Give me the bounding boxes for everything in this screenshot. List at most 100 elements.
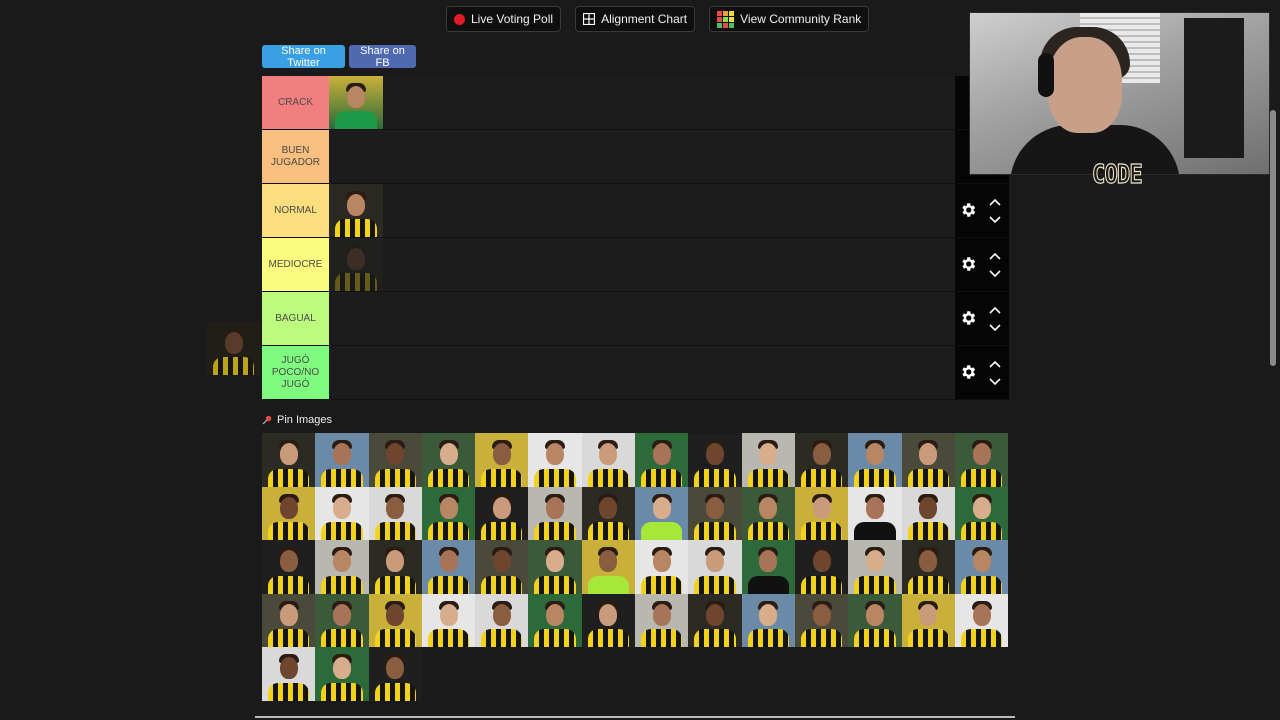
webcam-overlay [969, 12, 1270, 175]
alignment-chart-button[interactable]: Alignment Chart [575, 6, 696, 32]
player-card[interactable] [475, 593, 529, 647]
player-card[interactable] [262, 486, 316, 540]
tier-drop-zone[interactable] [329, 76, 955, 129]
dragged-player-card[interactable] [207, 322, 260, 375]
player-card[interactable] [581, 486, 636, 540]
player-card[interactable] [741, 486, 795, 540]
player-card[interactable] [794, 486, 849, 540]
player-card[interactable] [581, 433, 636, 487]
player-card[interactable] [315, 486, 369, 540]
player-card[interactable] [421, 433, 476, 487]
tier-drop-zone[interactable] [329, 238, 955, 291]
player-card[interactable] [528, 593, 582, 647]
pin-images-toggle[interactable]: Pin Images [262, 414, 332, 426]
player-card[interactable] [329, 76, 383, 129]
player-card[interactable] [262, 540, 316, 594]
player-card[interactable] [741, 593, 795, 647]
player-card[interactable] [794, 540, 849, 594]
player-card[interactable] [794, 593, 849, 647]
player-card[interactable] [688, 486, 742, 540]
player-card[interactable] [688, 593, 742, 647]
player-card[interactable] [635, 593, 689, 647]
player-card[interactable] [262, 593, 316, 647]
player-card[interactable] [528, 540, 582, 594]
player-card[interactable] [421, 486, 476, 540]
player-card[interactable] [901, 593, 955, 647]
player-card[interactable] [688, 540, 742, 594]
tier-label[interactable]: BUEN JUGADOR [262, 130, 329, 183]
player-card[interactable] [901, 486, 955, 540]
live-voting-poll-button[interactable]: Live Voting Poll [446, 6, 562, 32]
player-card[interactable] [635, 486, 689, 540]
chevron-up-icon[interactable] [989, 198, 1001, 206]
alignment-chart-label: Alignment Chart [601, 12, 688, 26]
player-card[interactable] [315, 647, 369, 701]
tier-row-crack: CRACK [262, 76, 1009, 130]
player-card[interactable] [954, 433, 1009, 487]
player-card[interactable] [368, 486, 422, 540]
player-card[interactable] [475, 433, 529, 487]
player-card[interactable] [368, 540, 422, 594]
tier-label[interactable]: CRACK [262, 76, 329, 129]
player-card[interactable] [315, 433, 369, 487]
player-card[interactable] [475, 486, 529, 540]
gear-icon[interactable] [959, 309, 977, 327]
player-card[interactable] [954, 593, 1009, 647]
player-card[interactable] [315, 540, 369, 594]
tier-label[interactable]: JUGÓ POCO/NO JUGÓ [262, 346, 329, 399]
player-card[interactable] [368, 433, 422, 487]
chevron-down-icon[interactable] [989, 378, 1001, 386]
chevron-down-icon[interactable] [989, 216, 1001, 224]
tier-label[interactable]: MEDIOCRE [262, 238, 329, 291]
tier-drop-zone[interactable] [329, 292, 955, 345]
chevron-up-icon[interactable] [989, 306, 1001, 314]
chevron-down-icon[interactable] [989, 270, 1001, 278]
player-card[interactable] [794, 433, 849, 487]
player-card[interactable] [954, 540, 1009, 594]
chevron-down-icon[interactable] [989, 324, 1001, 332]
player-card[interactable] [901, 540, 955, 594]
player-card[interactable] [475, 540, 529, 594]
player-card[interactable] [329, 238, 383, 291]
player-card[interactable] [262, 647, 316, 701]
chevron-up-icon[interactable] [989, 252, 1001, 260]
player-card[interactable] [315, 593, 369, 647]
gear-icon[interactable] [959, 201, 977, 219]
player-card[interactable] [688, 433, 742, 487]
player-card[interactable] [848, 486, 902, 540]
player-card[interactable] [262, 433, 316, 487]
gear-icon[interactable] [959, 255, 977, 273]
tier-drop-zone[interactable] [329, 130, 955, 183]
page-scrollbar[interactable] [1270, 110, 1276, 366]
player-card[interactable] [421, 540, 476, 594]
player-card[interactable] [635, 540, 689, 594]
player-card[interactable] [528, 433, 582, 487]
player-card[interactable] [901, 433, 955, 487]
player-card[interactable] [329, 184, 383, 237]
gear-icon[interactable] [959, 363, 977, 381]
view-community-rank-button[interactable]: View Community Rank [709, 6, 870, 32]
unranked-player-pool[interactable] [262, 433, 1009, 701]
share-facebook-button[interactable]: Share on FB [349, 45, 416, 69]
player-card[interactable] [421, 593, 476, 647]
tier-drop-zone[interactable] [329, 184, 955, 237]
tier-label[interactable]: BAGUAL [262, 292, 329, 345]
player-card[interactable] [635, 433, 689, 487]
player-card[interactable] [368, 647, 422, 701]
player-card[interactable] [848, 433, 902, 487]
tier-row-jugo-poco: JUGÓ POCO/NO JUGÓ [262, 346, 1009, 400]
player-card[interactable] [848, 540, 902, 594]
share-twitter-button[interactable]: Share on Twitter [262, 45, 345, 69]
player-card[interactable] [848, 593, 902, 647]
tier-drop-zone[interactable] [329, 346, 955, 399]
tier-label[interactable]: NORMAL [262, 184, 329, 237]
player-card[interactable] [741, 540, 795, 594]
player-card[interactable] [581, 540, 636, 594]
player-card[interactable] [954, 486, 1009, 540]
player-card[interactable] [528, 486, 582, 540]
player-card[interactable] [741, 433, 795, 487]
tier-controls [955, 292, 1009, 345]
chevron-up-icon[interactable] [989, 360, 1001, 368]
player-card[interactable] [581, 593, 636, 647]
player-card[interactable] [368, 593, 422, 647]
